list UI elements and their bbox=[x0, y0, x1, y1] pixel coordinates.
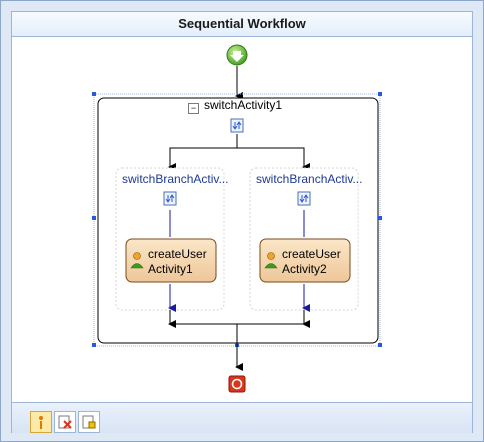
workflow-diagram bbox=[92, 44, 382, 393]
switch-branch-2-label: switchBranchActiv... bbox=[256, 172, 363, 186]
branch-2-icon bbox=[297, 191, 311, 206]
switch-collapse-button[interactable]: − bbox=[188, 100, 199, 114]
selection-handle[interactable] bbox=[378, 92, 382, 96]
switch-branch-1-label: switchBranchActiv... bbox=[122, 172, 229, 186]
branch-1-icon bbox=[163, 191, 177, 206]
switch-branch-1[interactable] bbox=[115, 167, 225, 312]
view-cancel-handler-tab[interactable] bbox=[54, 411, 76, 433]
view-workflow-tab[interactable] bbox=[30, 411, 52, 433]
workflow-view-icon bbox=[39, 416, 43, 429]
workflow-start-icon[interactable] bbox=[226, 44, 248, 66]
selection-handle[interactable] bbox=[92, 216, 96, 220]
selection-handle[interactable] bbox=[92, 92, 96, 96]
switch-activity-icon bbox=[230, 118, 244, 133]
selection-handle[interactable] bbox=[92, 343, 96, 347]
selection-handle[interactable] bbox=[378, 216, 382, 220]
view-tabs-bar bbox=[12, 402, 472, 433]
create-user-activity-2-label: createUser Activity2 bbox=[282, 247, 341, 276]
workflow-designer-window: Sequential Workflow − switchActivity1 sw… bbox=[0, 0, 484, 442]
view-fault-handlers-tab[interactable] bbox=[78, 411, 100, 433]
create-user-activity-1-label: createUser Activity1 bbox=[148, 247, 207, 276]
switch-branch-2[interactable] bbox=[249, 167, 359, 312]
selection-handle[interactable] bbox=[378, 343, 382, 347]
cancel-handler-icon bbox=[58, 415, 72, 429]
workflow-end-icon[interactable] bbox=[228, 375, 246, 393]
fault-handlers-icon bbox=[82, 415, 96, 429]
switch-activity-label: switchActivity1 bbox=[204, 98, 283, 112]
workflow-designer-canvas[interactable]: Sequential Workflow − switchActivity1 sw… bbox=[11, 11, 473, 433]
